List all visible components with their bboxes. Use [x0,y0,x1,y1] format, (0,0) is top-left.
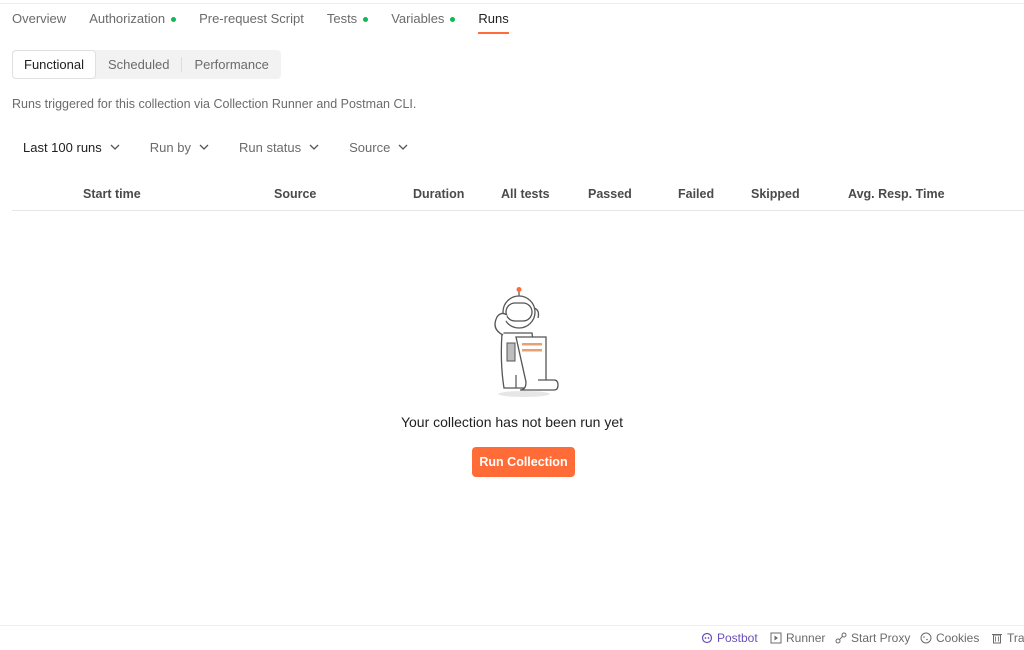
segment-functional[interactable]: Functional [13,51,95,78]
start-proxy-label: Start Proxy [851,631,911,645]
segment-performance[interactable]: Performance [183,51,279,78]
postbot-icon [701,632,713,644]
segment-scheduled[interactable]: Scheduled [97,51,180,78]
chevron-down-icon [309,144,319,150]
postbot-button[interactable]: Postbot [701,631,758,645]
tab-label: Runs [478,11,509,26]
cookies-button[interactable]: Cookies [920,631,979,645]
filter-label: Run by [149,139,191,155]
column-skipped[interactable]: Skipped [751,187,800,201]
trash-label: Tra [1007,631,1024,645]
status-dot [450,16,456,22]
tab-label: Tests [326,11,358,26]
proxy-icon [835,632,847,644]
filter-bar: Last 100 runs Run by Run status Source [12,134,427,160]
tab-runs[interactable]: Runs [478,4,510,34]
column-avg-resp-time[interactable]: Avg. Resp. Time [848,187,945,201]
collection-tabs: Overview Authorization Pre-request Scrip… [12,4,532,34]
runner-label: Runner [786,631,826,645]
status-dot [363,16,369,22]
runner-icon [770,632,782,644]
trash-button[interactable]: Tra [991,631,1024,645]
filter-run-by[interactable]: Run by [139,134,220,160]
start-proxy-button[interactable]: Start Proxy [835,631,910,645]
filter-source[interactable]: Source [338,134,419,160]
filter-label: Last 100 runs [23,139,102,155]
column-start-time[interactable]: Start time [83,187,141,201]
tab-variables[interactable]: Variables [391,4,456,34]
empty-state-title: Your collection has not been run yet [400,414,624,430]
tab-label: Pre-request Script [199,11,304,26]
tab-label: Overview [12,11,67,26]
column-source[interactable]: Source [274,187,316,201]
tab-authorization[interactable]: Authorization [89,4,177,34]
tab-pre-request-script[interactable]: Pre-request Script [199,4,304,34]
chevron-down-icon [398,144,408,150]
astronaut-illustration [494,287,559,397]
chevron-down-icon [199,144,209,150]
tab-overview[interactable]: Overview [12,4,66,34]
filter-run-status[interactable]: Run status [228,134,330,160]
tab-tests[interactable]: Tests [326,4,369,34]
runs-description: Runs triggered for this collection via C… [12,97,417,111]
trash-icon [992,634,1002,644]
column-all-tests[interactable]: All tests [501,187,550,201]
chevron-down-icon [110,144,120,150]
filter-label: Run status [238,139,302,155]
column-failed[interactable]: Failed [678,187,714,201]
cookie-icon [920,632,932,644]
column-duration[interactable]: Duration [413,187,464,201]
column-passed[interactable]: Passed [588,187,632,201]
run-collection-button[interactable]: Run Collection [472,447,575,477]
filter-label: Source [349,139,391,155]
tab-label: Variables [391,11,445,26]
postbot-label: Postbot [717,631,758,645]
tab-label: Authorization [89,11,166,26]
segment-divider [181,57,183,72]
filter-run-count[interactable]: Last 100 runs [12,134,131,160]
run-type-segmented-control: Functional Scheduled Performance [12,50,281,79]
runs-table-header: Start time Source Duration All tests Pas… [12,180,1024,211]
status-dot [171,16,177,22]
runner-button[interactable]: Runner [770,631,825,645]
cookies-label: Cookies [936,631,980,645]
status-bar: Postbot Runner Start Proxy Cookies Tra [0,625,1024,650]
